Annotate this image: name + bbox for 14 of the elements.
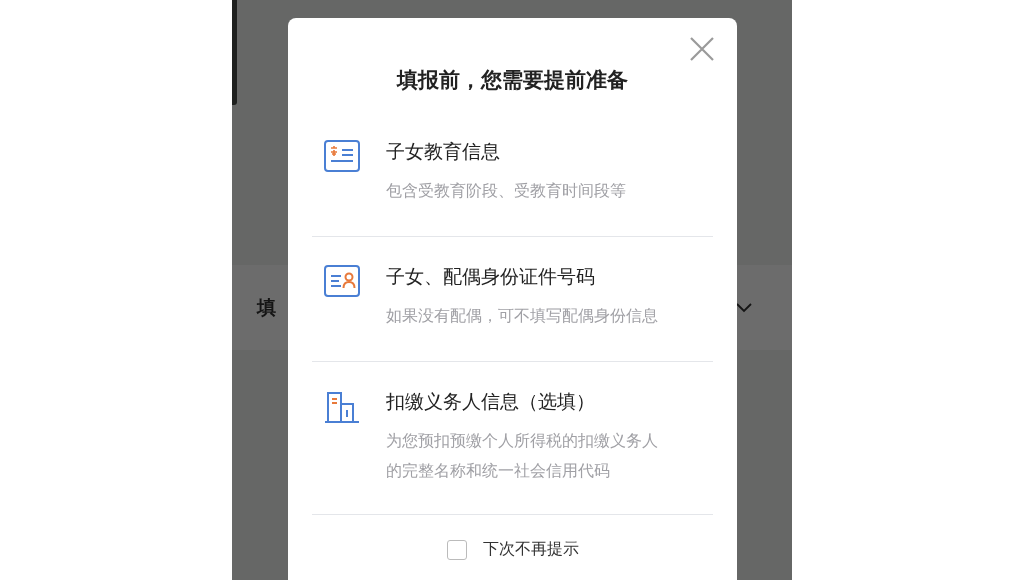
row-label: 填 (257, 294, 276, 320)
id-card-icon (324, 265, 360, 297)
building-icon (324, 390, 360, 424)
item-description: 如果没有配偶，可不填写配偶身份信息 (386, 305, 659, 327)
item-description: 包含受教育阶段、受教育时间段等 (386, 180, 627, 202)
checkbox[interactable] (446, 539, 467, 560)
checkbox-label: 下次不再提示 (482, 539, 579, 560)
item-title: 子女教育信息 (386, 139, 501, 164)
item-title: 扣缴义务人信息（选填） (386, 389, 596, 414)
item-description: 为您预扣预缴个人所得税的扣缴义务人的完整名称和统一社会信用代码 (386, 430, 659, 482)
student-card-icon (324, 140, 360, 172)
chevron-icon (736, 302, 752, 313)
dialog-title: 填报前，您需要提前准备 (397, 67, 628, 94)
item-title: 子女、配偶身份证件号码 (386, 264, 596, 289)
